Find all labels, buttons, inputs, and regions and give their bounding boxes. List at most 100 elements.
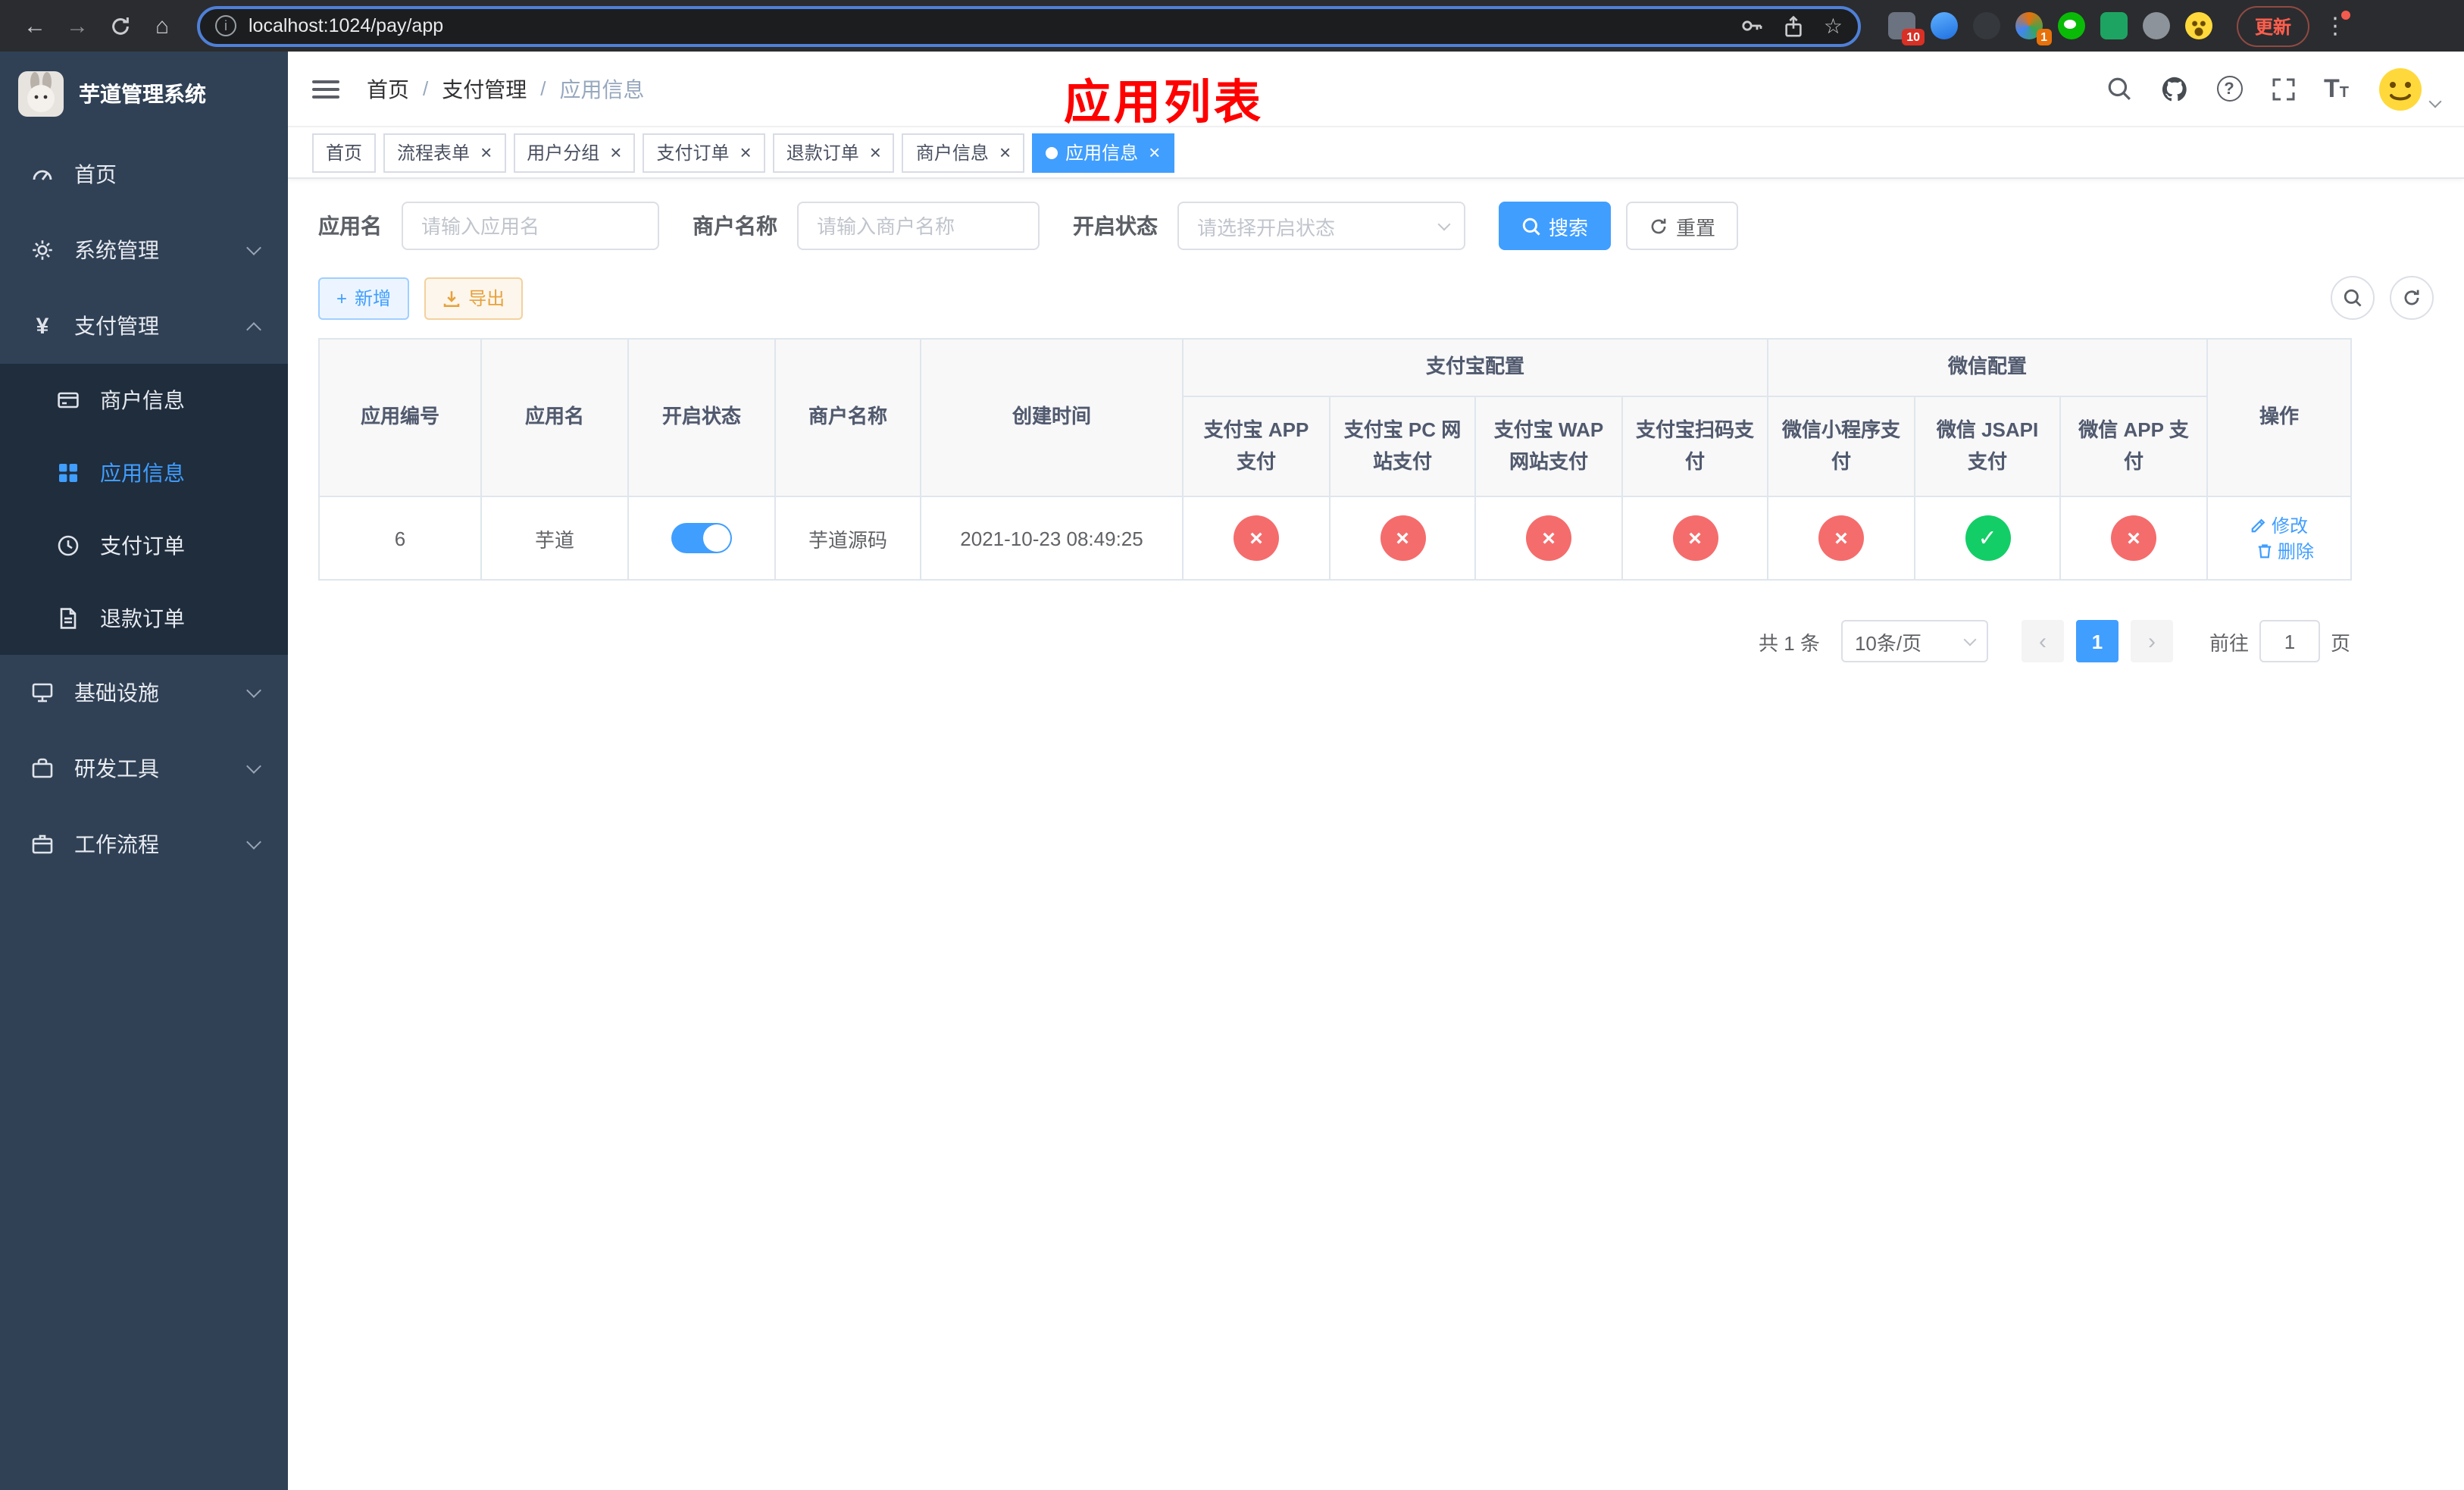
pencil-icon	[2251, 518, 2265, 533]
hamburger-icon[interactable]	[312, 80, 339, 98]
tab-label: 退款订单	[786, 142, 859, 164]
user-avatar[interactable]	[2378, 66, 2442, 111]
add-button[interactable]: + 新增	[318, 277, 410, 319]
toolbox-icon	[29, 756, 56, 781]
sidebar-item-home[interactable]: 首页	[0, 136, 288, 212]
sidebar-subitem-pay-order[interactable]: 支付订单	[0, 509, 288, 582]
extension-icon-7[interactable]	[2143, 12, 2170, 39]
close-icon[interactable]: ×	[999, 142, 1011, 162]
sidebar-item-workflow[interactable]: 工作流程	[0, 806, 288, 882]
group-header-alipay: 支付宝配置	[1181, 338, 1769, 397]
reset-button-label: 重置	[1676, 216, 1716, 239]
caret-down-icon	[2428, 94, 2442, 108]
config-status-icon: ×	[1380, 515, 1425, 561]
home-icon[interactable]: ⌂	[142, 6, 182, 45]
bookmark-star-icon[interactable]: ☆	[1824, 15, 1843, 36]
col-header-status: 开启状态	[627, 338, 776, 497]
breadcrumb-home[interactable]: 首页	[367, 74, 409, 104]
github-icon[interactable]	[2160, 75, 2187, 102]
breadcrumb-separator: /	[423, 77, 429, 100]
tab-pay-order[interactable]: 支付订单 ×	[643, 133, 765, 172]
active-dot	[1046, 146, 1058, 158]
col-header-id: 应用编号	[318, 338, 482, 497]
sidebar-item-devtools[interactable]: 研发工具	[0, 731, 288, 806]
close-icon[interactable]: ×	[1149, 142, 1160, 162]
extension-icon-5[interactable]	[2058, 12, 2085, 39]
tab-merchant-info[interactable]: 商户信息 ×	[902, 133, 1025, 172]
edit-link[interactable]: 修改	[2250, 512, 2308, 538]
page-number-button[interactable]: 1	[2075, 620, 2118, 662]
extension-icon-4[interactable]: 1	[2015, 12, 2052, 45]
extension-icon-2[interactable]	[1931, 12, 1958, 39]
breadcrumb-current: 应用信息	[559, 77, 645, 101]
page-size-value: 10条/页	[1854, 631, 1922, 654]
close-icon[interactable]: ×	[740, 142, 752, 162]
sidebar-subitem-app-info[interactable]: 应用信息	[0, 437, 288, 509]
close-icon[interactable]: ×	[610, 142, 621, 162]
sidebar-item-label: 基础设施	[74, 681, 159, 705]
toggle-search-button[interactable]	[2331, 276, 2375, 320]
reset-button[interactable]: 重置	[1626, 202, 1739, 250]
sidebar-item-payment[interactable]: ¥ 支付管理	[0, 288, 288, 364]
briefcase-icon	[29, 832, 56, 856]
col-header-name: 应用名	[480, 338, 629, 497]
document-icon	[55, 606, 82, 631]
fullscreen-icon[interactable]	[2271, 77, 2295, 101]
delete-link[interactable]: 删除	[2256, 538, 2314, 564]
password-key-icon[interactable]	[1740, 14, 1765, 38]
tab-home[interactable]: 首页	[312, 133, 377, 172]
share-icon[interactable]	[1783, 14, 1806, 37]
add-button-label: 新增	[355, 288, 392, 309]
search-icon[interactable]	[2106, 76, 2131, 102]
sidebar-item-label: 首页	[74, 162, 117, 186]
logo-avatar	[18, 71, 64, 117]
browser-menu-icon[interactable]: ⋮	[2322, 11, 2351, 39]
tab-app-info[interactable]: 应用信息 ×	[1032, 133, 1174, 172]
breadcrumb: 首页 / 支付管理 / 应用信息	[367, 74, 645, 104]
font-size-icon[interactable]: TT	[2324, 76, 2349, 102]
sidebar-item-label: 研发工具	[74, 756, 159, 781]
sidebar-subitem-refund-order[interactable]: 退款订单	[0, 582, 288, 655]
next-page-button[interactable]: ›	[2130, 620, 2173, 662]
status-switch[interactable]	[671, 523, 732, 553]
address-bar[interactable]: i localhost:1024/pay/app ☆	[197, 5, 1861, 46]
search-button[interactable]: 搜索	[1499, 202, 1612, 250]
site-info-icon[interactable]: i	[215, 15, 236, 36]
chevron-down-icon	[246, 834, 261, 849]
extension-icon-8[interactable]	[2185, 12, 2212, 39]
forward-icon[interactable]: →	[58, 6, 97, 45]
sidebar-logo[interactable]: 芋道管理系统	[0, 52, 288, 136]
extension-icon-1[interactable]: 10	[1888, 12, 1925, 45]
app-name-input[interactable]	[402, 202, 659, 250]
prev-page-button[interactable]: ‹	[2021, 620, 2064, 662]
close-icon[interactable]: ×	[480, 142, 492, 162]
sidebar-item-infrastructure[interactable]: 基础设施	[0, 655, 288, 731]
yen-icon: ¥	[36, 313, 49, 339]
page-size-select[interactable]: 10条/页	[1840, 620, 1988, 662]
close-icon[interactable]: ×	[870, 142, 881, 162]
notification-dot	[2341, 11, 2351, 20]
trash-icon	[2258, 544, 2272, 559]
config-status-icon: ×	[1526, 515, 1571, 561]
select-placeholder: 请选择开启状态	[1197, 216, 1336, 239]
refresh-button[interactable]	[2390, 276, 2434, 320]
status-select[interactable]: 请选择开启状态	[1177, 202, 1465, 250]
browser-update-button[interactable]: 更新	[2237, 5, 2310, 46]
extension-icon-3[interactable]	[1973, 12, 2000, 39]
grid-icon	[55, 461, 82, 485]
sidebar-item-system[interactable]: 系统管理	[0, 212, 288, 288]
config-status-icon: ×	[1818, 515, 1865, 561]
tab-process-form[interactable]: 流程表单 ×	[383, 133, 506, 172]
back-icon[interactable]: ←	[15, 6, 55, 45]
page-annotation-title: 应用列表	[1064, 76, 1264, 129]
extension-icon-6[interactable]	[2100, 12, 2128, 39]
tab-user-group[interactable]: 用户分组 ×	[513, 133, 636, 172]
goto-page-input[interactable]	[2259, 620, 2320, 662]
reload-icon[interactable]	[100, 6, 139, 45]
help-icon[interactable]: ?	[2216, 76, 2242, 102]
sidebar-subitem-merchant-info[interactable]: 商户信息	[0, 364, 288, 437]
export-button[interactable]: 导出	[424, 277, 524, 319]
tab-refund-order[interactable]: 退款订单 ×	[772, 133, 895, 172]
merchant-name-input[interactable]	[797, 202, 1040, 250]
breadcrumb-payment[interactable]: 支付管理	[442, 74, 527, 104]
